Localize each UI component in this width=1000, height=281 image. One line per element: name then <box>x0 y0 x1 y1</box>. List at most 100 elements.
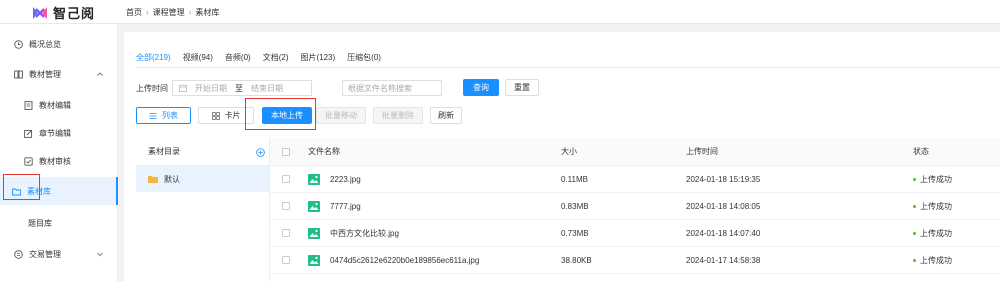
calendar-icon <box>179 84 187 92</box>
status-text: 上传成功 <box>920 201 952 211</box>
add-folder-icon[interactable] <box>256 148 265 157</box>
sidebar-item-label: 概况总览 <box>29 39 61 49</box>
status-dot-icon <box>913 231 916 235</box>
image-file-icon <box>308 254 320 266</box>
upload-time: 2024-01-18 14:07:40 <box>686 228 761 238</box>
status-dot-icon <box>913 258 916 262</box>
filename-search-input[interactable]: 根据文件名称搜索 <box>342 80 442 96</box>
table-row[interactable]: 2223.jpg 0.11MB 2024-01-18 15:19:35 上传成功 <box>270 166 1000 193</box>
date-range-picker[interactable]: 开始日期 至 结束日期 <box>172 80 312 96</box>
upload-time: 2024-01-18 14:08:05 <box>686 201 761 211</box>
sidebar-item-chapter-edit[interactable]: 章节编辑 <box>0 120 118 146</box>
folder-icon <box>148 176 158 183</box>
image-file-icon <box>308 173 320 185</box>
start-date-input[interactable]: 开始日期 <box>195 83 227 94</box>
folder-item-default[interactable]: 默认 <box>136 166 269 192</box>
sidebar-item-textbook-management[interactable]: 教材管理 <box>0 61 118 87</box>
check-icon <box>24 156 33 166</box>
breadcrumb: 首页 › 课程管理 › 素材库 <box>126 7 219 18</box>
file-table: 文件名称 大小 上传时间 状态 2223.jpg 0.11MB 2024-01-… <box>270 138 1000 274</box>
file-size: 0.83MB <box>561 201 589 211</box>
tab-archive[interactable]: 压缩包(0) <box>347 52 381 68</box>
sidebar-item-label: 题目库 <box>28 218 52 228</box>
status-text: 上传成功 <box>920 174 952 184</box>
file-size: 38.80KB <box>561 255 592 265</box>
select-all-checkbox[interactable] <box>282 147 290 156</box>
edit-icon <box>24 129 33 138</box>
tab-video[interactable]: 视频(94) <box>183 52 213 68</box>
table-row[interactable]: 7777.jpg 0.83MB 2024-01-18 14:08:05 上传成功 <box>270 193 1000 220</box>
date-filter: 上传时间 开始日期 至 结束日期 <box>136 80 312 96</box>
sidebar-item-overview[interactable]: 概况总览 <box>0 31 118 57</box>
row-checkbox[interactable] <box>282 256 290 264</box>
sidebar-item-textbook-review[interactable]: 教材审核 <box>0 148 118 174</box>
file-name: 0474d5c2612e6220b0e189856ec611a.jpg <box>330 255 480 265</box>
chevron-down-icon <box>97 252 103 257</box>
breadcrumb-course-management[interactable]: 课程管理 <box>153 7 185 18</box>
list-icon <box>149 112 157 119</box>
folder-panel-header: 素材目录 <box>136 138 269 166</box>
sidebar-item-transaction-management[interactable]: 交易管理 <box>0 241 118 267</box>
query-button[interactable]: 查询 <box>463 79 499 96</box>
column-header-size: 大小 <box>561 147 577 156</box>
range-separator: 至 <box>235 83 243 93</box>
folder-panel: 素材目录 默认 <box>136 138 270 281</box>
image-file-icon <box>308 200 320 212</box>
tab-all[interactable]: 全部(219) <box>136 52 171 68</box>
tab-audio[interactable]: 音频(0) <box>225 52 251 68</box>
upload-time: 2024-01-17 14:58:38 <box>686 255 761 265</box>
breadcrumb-home[interactable]: 首页 <box>126 7 142 18</box>
main-panel: 全部(219) 视频(94) 音频(0) 文档(2) 图片(123) 压缩包(0… <box>124 32 1000 281</box>
chevron-up-icon <box>97 72 103 76</box>
batch-delete-button[interactable]: 批量删除 <box>373 107 423 124</box>
sidebar-item-question-bank[interactable]: 题目库 <box>0 210 118 236</box>
sidebar-item-textbook-edit[interactable]: 教材编辑 <box>0 92 118 118</box>
table-row[interactable]: 0474d5c2612e6220b0e189856ec611a.jpg 38.8… <box>270 247 1000 274</box>
upload-time: 2024-01-18 15:19:35 <box>686 174 761 184</box>
upload-time-label: 上传时间 <box>136 83 168 93</box>
tab-document[interactable]: 文档(2) <box>263 52 289 68</box>
end-date-input[interactable]: 结束日期 <box>251 83 283 94</box>
grid-icon <box>211 111 220 120</box>
column-header-status: 状态 <box>913 147 929 156</box>
batch-move-button[interactable]: 批量移动 <box>316 107 366 124</box>
row-checkbox[interactable] <box>282 175 290 183</box>
sidebar-item-label: 教材管理 <box>29 69 61 79</box>
refresh-button[interactable]: 刷新 <box>430 107 462 124</box>
status-dot-icon <box>913 204 916 208</box>
breadcrumb-separator-icon: › <box>188 8 192 17</box>
image-file-icon <box>308 227 320 239</box>
tab-image[interactable]: 图片(123) <box>300 52 335 68</box>
file-name: 中西方文化比较.jpg <box>330 228 399 238</box>
column-header-upload-time: 上传时间 <box>686 147 718 156</box>
file-size: 0.73MB <box>561 228 589 238</box>
table-header: 文件名称 大小 上传时间 状态 <box>270 138 1000 166</box>
sidebar: 概况总览 教材管理 教材编辑 章节编辑 教材审核 素材库 题目库 交易管理 <box>0 24 118 281</box>
list-view-button[interactable]: 列表 <box>136 107 191 124</box>
file-size: 0.11MB <box>561 174 588 184</box>
column-header-name: 文件名称 <box>308 147 340 156</box>
highlight-box-sidebar <box>3 174 40 200</box>
status-dot-icon <box>913 177 916 181</box>
book-icon <box>14 70 23 79</box>
breadcrumb-current: 素材库 <box>195 8 220 17</box>
transaction-icon <box>14 249 23 259</box>
status-text: 上传成功 <box>920 255 952 265</box>
logo-icon <box>33 6 47 19</box>
reset-button[interactable]: 重置 <box>505 79 539 96</box>
top-bar: 智己阅 首页 › 课程管理 › 素材库 <box>0 0 1000 24</box>
sidebar-item-label: 教材编辑 <box>39 100 71 110</box>
table-row[interactable]: 中西方文化比较.jpg 0.73MB 2024-01-18 14:07:40 上… <box>270 220 1000 247</box>
sidebar-item-label: 章节编辑 <box>39 128 71 138</box>
row-checkbox[interactable] <box>282 229 290 237</box>
file-name: 7777.jpg <box>330 201 361 211</box>
folder-panel-title: 素材目录 <box>148 147 180 156</box>
highlight-box-upload <box>245 98 316 130</box>
app-name: 智己阅 <box>53 6 96 21</box>
status-text: 上传成功 <box>920 228 952 238</box>
row-checkbox[interactable] <box>282 202 290 210</box>
app-logo[interactable]: 智己阅 <box>32 3 95 22</box>
document-icon <box>24 100 33 110</box>
clock-icon <box>14 39 23 49</box>
file-name: 2223.jpg <box>330 174 361 184</box>
